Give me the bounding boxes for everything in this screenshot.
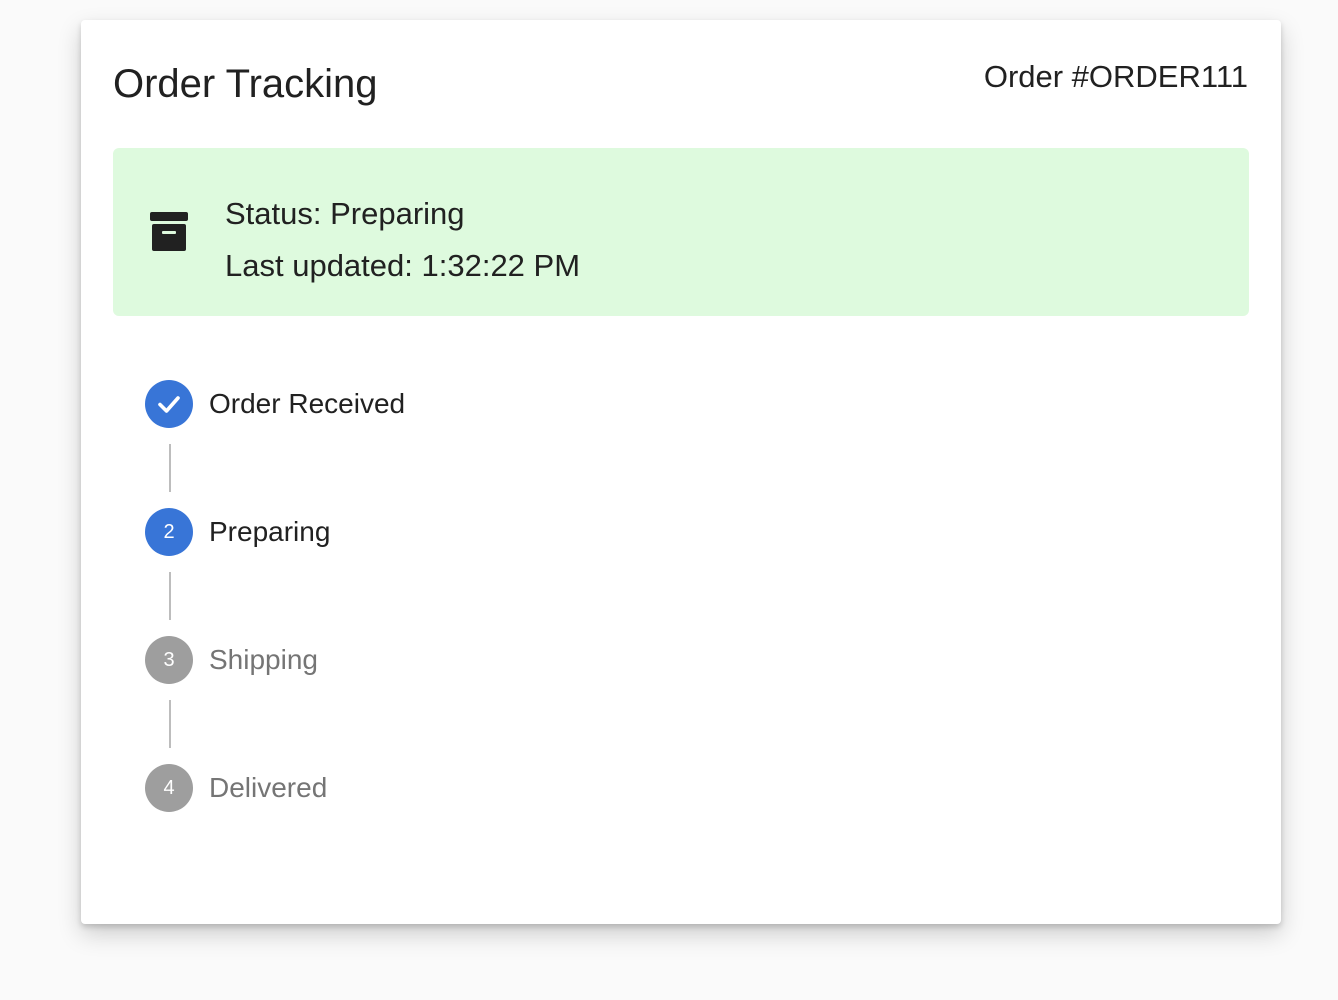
order-tracking-card: Order Tracking Order #ORDER111 Status: P…	[81, 20, 1281, 924]
step-label: Preparing	[209, 516, 331, 547]
step-connector	[145, 684, 745, 764]
checkmark-icon	[158, 396, 180, 413]
order-id: Order #ORDER111	[983, 59, 1248, 94]
step-circle: 2	[145, 508, 193, 556]
step-label: Order Received	[209, 388, 406, 419]
step-circle: 4	[145, 764, 193, 812]
step-order-received: Order Received	[145, 380, 745, 428]
step-label: Shipping	[209, 644, 318, 675]
archive-box-icon	[150, 212, 188, 251]
step-circle: 3	[145, 636, 193, 684]
status-panel: Status: Preparing Last updated: 1:32:22 …	[113, 148, 1249, 316]
status-value: Status: Preparing	[225, 196, 465, 231]
step-label: Delivered	[209, 772, 328, 803]
step-connector	[145, 428, 745, 508]
step-circle	[145, 380, 193, 428]
step-connector	[145, 556, 745, 636]
step-delivered: 4 Delivered	[145, 764, 745, 812]
step-preparing: 2 Preparing	[145, 508, 745, 556]
order-stepper: Order Received 2 Preparing 3 Shipping 4 …	[145, 380, 745, 812]
step-shipping: 3 Shipping	[145, 636, 745, 684]
step-number: 2	[163, 520, 175, 543]
page-title: Order Tracking	[113, 62, 378, 106]
status-text: Status: Preparing Last updated: 1:32:22 …	[225, 188, 580, 292]
step-number: 3	[163, 648, 175, 671]
step-number: 4	[163, 776, 175, 799]
last-updated: Last updated: 1:32:22 PM	[225, 248, 581, 283]
